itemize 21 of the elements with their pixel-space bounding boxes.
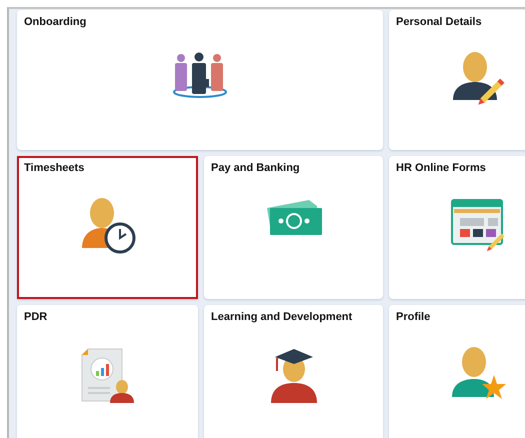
person-clock-icon <box>80 198 136 254</box>
banknotes-icon <box>264 198 322 236</box>
tile[interactable]: Onboarding <box>17 10 383 150</box>
tile[interactable]: Personal Details <box>389 10 525 150</box>
tile-title: PDR <box>24 311 48 323</box>
tile-title: Onboarding <box>24 16 86 28</box>
tile[interactable]: Profile <box>389 305 525 438</box>
tile-title: Timesheets <box>24 162 84 174</box>
tile-title: Personal Details <box>396 16 482 28</box>
tile-title: Learning and Development <box>211 311 352 323</box>
report-person-icon <box>80 347 136 405</box>
tile-title: Profile <box>396 311 430 323</box>
tile[interactable]: PDR <box>17 305 198 438</box>
tile[interactable]: Pay and Banking <box>204 156 383 299</box>
graduate-icon <box>268 347 318 405</box>
tile-title: HR Online Forms <box>396 162 486 174</box>
tile[interactable]: Learning and Development <box>204 305 383 438</box>
tile-title: Pay and Banking <box>211 162 300 174</box>
team-icon <box>172 52 228 100</box>
tile[interactable]: Timesheets <box>17 156 198 299</box>
tile[interactable]: HR Online Forms <box>389 156 525 299</box>
